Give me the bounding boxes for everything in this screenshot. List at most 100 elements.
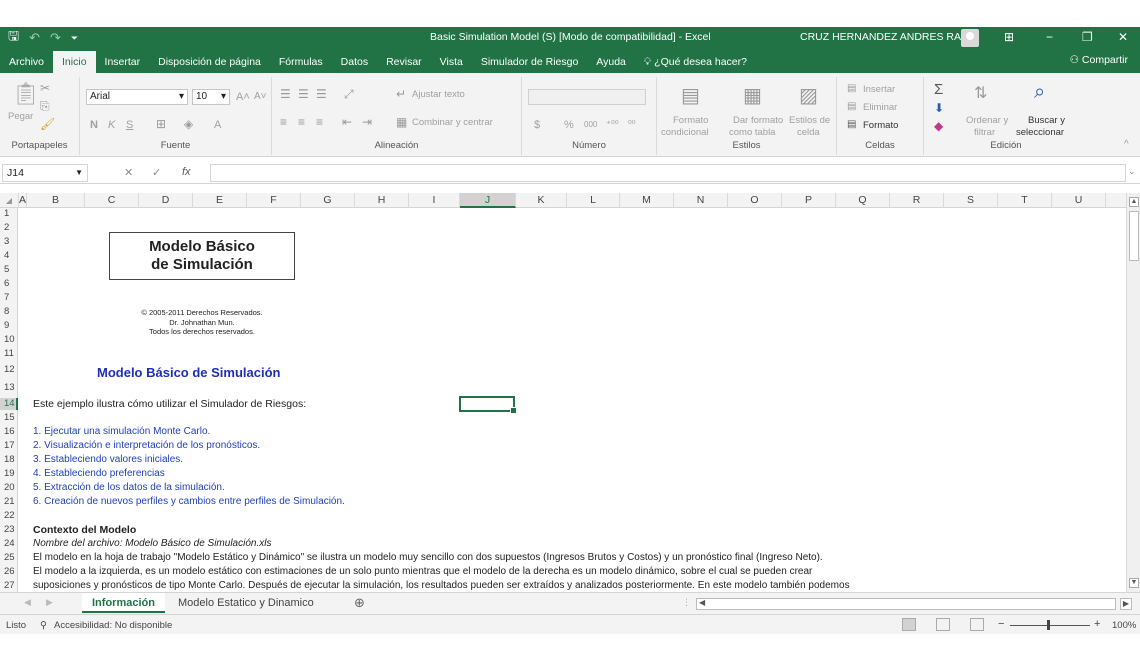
currency-button[interactable]: $ [534,119,540,131]
conditional-format-label-1[interactable]: Formato [673,115,708,126]
cancel-icon[interactable]: ✕ [124,166,133,179]
row-header[interactable]: 17 [0,440,18,452]
worksheet-grid[interactable]: Modelo Básico de Simulación © 2005-2011 … [19,208,1125,592]
row-header[interactable]: 3 [0,236,18,248]
zoom-in-icon[interactable]: + [1094,618,1100,630]
sort-filter-icon[interactable]: ⇅ [974,83,987,103]
tab-insertar[interactable]: Insertar [96,51,150,73]
row-header[interactable]: 12 [0,364,18,376]
column-header-c[interactable]: C [85,193,139,208]
enter-icon[interactable]: ✓ [152,166,161,179]
tab-disposicion[interactable]: Disposición de página [149,51,270,73]
zoom-slider-thumb[interactable] [1047,620,1050,630]
column-header-q[interactable]: Q [836,193,890,208]
decrease-indent-icon[interactable]: ⇤ [342,115,352,129]
increase-decimal-button[interactable]: ⁺⁰⁰ [606,119,619,130]
cell-styles-label-1[interactable]: Estilos de [789,115,830,126]
accessibility-icon[interactable]: ⚲ [40,620,47,631]
step-item[interactable]: 4. Estableciendo preferencias [33,468,165,479]
clear-icon[interactable]: ◆ [934,119,943,133]
tab-datos[interactable]: Datos [332,51,377,73]
font-color-icon[interactable]: A [214,119,221,131]
row-header[interactable]: 25 [0,552,18,564]
align-center-icon[interactable]: ≡ [298,115,305,129]
collapse-ribbon-icon[interactable]: ^ [1124,139,1129,150]
increase-indent-icon[interactable]: ⇥ [362,115,372,129]
column-header-f[interactable]: F [247,193,301,208]
undo-icon[interactable]: ↶ [29,30,40,46]
font-name-select[interactable]: Arial ▾ [86,89,188,105]
tab-ayuda[interactable]: Ayuda [587,51,635,73]
scroll-right-icon[interactable]: ▶ [1120,598,1132,610]
format-as-table-label-1[interactable]: Dar formato [733,115,783,126]
scroll-up-icon[interactable]: ▲ [1129,197,1139,207]
normal-view-button[interactable] [902,618,916,631]
wrap-text-button[interactable]: Ajustar texto [412,89,465,100]
tab-archivo[interactable]: Archivo [0,51,53,73]
column-header-h[interactable]: H [355,193,409,208]
conditional-format-icon[interactable]: ▤ [681,83,700,108]
tab-simulador[interactable]: Simulador de Riesgo [472,51,587,73]
find-select-label-2[interactable]: seleccionar [1016,127,1064,138]
delete-cells-button[interactable]: Eliminar [863,102,897,113]
row-header[interactable]: 7 [0,292,18,304]
paste-icon[interactable]: 📋︎ [12,81,40,107]
align-bottom-icon[interactable]: ☰ [316,87,327,101]
row-header[interactable]: 11 [0,348,18,360]
column-header-n[interactable]: N [674,193,728,208]
paste-label[interactable]: Pegar [8,111,33,122]
column-header-b[interactable]: B [27,193,85,208]
column-header-d[interactable]: D [139,193,193,208]
scroll-left-icon[interactable]: ◀ [699,598,705,607]
redo-icon[interactable]: ↷ [50,30,61,46]
row-header[interactable]: 8 [0,306,18,318]
save-icon[interactable]: 🖫 [8,27,19,49]
fill-icon[interactable]: ⬇ [934,101,944,115]
zoom-level[interactable]: 100% [1112,620,1136,631]
column-header-j[interactable]: J [460,193,516,208]
row-header[interactable]: 20 [0,482,18,494]
grow-font-icon[interactable]: A˄ [236,91,250,103]
row-header[interactable]: 24 [0,538,18,550]
bold-button[interactable]: N [90,119,98,131]
column-header-l[interactable]: L [567,193,620,208]
column-header-k[interactable]: K [516,193,567,208]
split-handle-icon[interactable]: ⋮ [682,597,691,608]
insert-cells-icon[interactable]: ▤ [847,83,856,94]
horizontal-scrollbar[interactable]: ◀ [696,598,1116,610]
row-header[interactable]: 23 [0,524,18,536]
step-item[interactable]: 2. Visualización e interpretación de los… [33,440,260,451]
row-header[interactable]: 21 [0,496,18,508]
close-icon[interactable]: ✕ [1118,30,1128,44]
format-as-table-icon[interactable]: ▦ [743,83,762,108]
minimize-icon[interactable]: − [1046,30,1053,44]
number-format-select[interactable] [528,89,646,105]
autosum-icon[interactable]: Σ [934,81,943,98]
row-header[interactable]: 16 [0,426,18,438]
conditional-format-label-2[interactable]: condicional [661,127,709,138]
column-header-u[interactable]: U [1052,193,1106,208]
row-header[interactable]: 27 [0,580,18,592]
column-header-s[interactable]: S [944,193,998,208]
tab-formulas[interactable]: Fórmulas [270,51,332,73]
column-header-m[interactable]: M [620,193,674,208]
row-header[interactable]: 13 [0,382,18,394]
column-header-p[interactable]: P [782,193,836,208]
select-all-corner[interactable]: ◢ [0,193,19,208]
borders-icon[interactable]: ⊞ [156,117,166,131]
step-item[interactable]: 3. Estableciendo valores iniciales. [33,454,183,465]
search-icon[interactable]: ⌕ [1034,81,1045,104]
sort-filter-label-1[interactable]: Ordenar y [966,115,1008,126]
page-layout-button[interactable] [936,618,950,631]
tab-revisar[interactable]: Revisar [377,51,431,73]
cell-styles-label-2[interactable]: celda [797,127,820,138]
merge-center-button[interactable]: Combinar y centrar [412,117,493,128]
zoom-out-icon[interactable]: − [998,618,1004,630]
decrease-decimal-button[interactable]: ⁰⁰ [628,119,636,130]
percent-button[interactable]: % [564,119,574,131]
orientation-icon[interactable]: ⤢ [344,87,354,102]
name-box[interactable]: J14 ▼ [2,164,88,182]
step-item[interactable]: 1. Ejecutar una simulación Monte Carlo. [33,426,210,437]
expand-formula-icon[interactable]: ⌄ [1128,166,1136,177]
column-header-g[interactable]: G [301,193,355,208]
